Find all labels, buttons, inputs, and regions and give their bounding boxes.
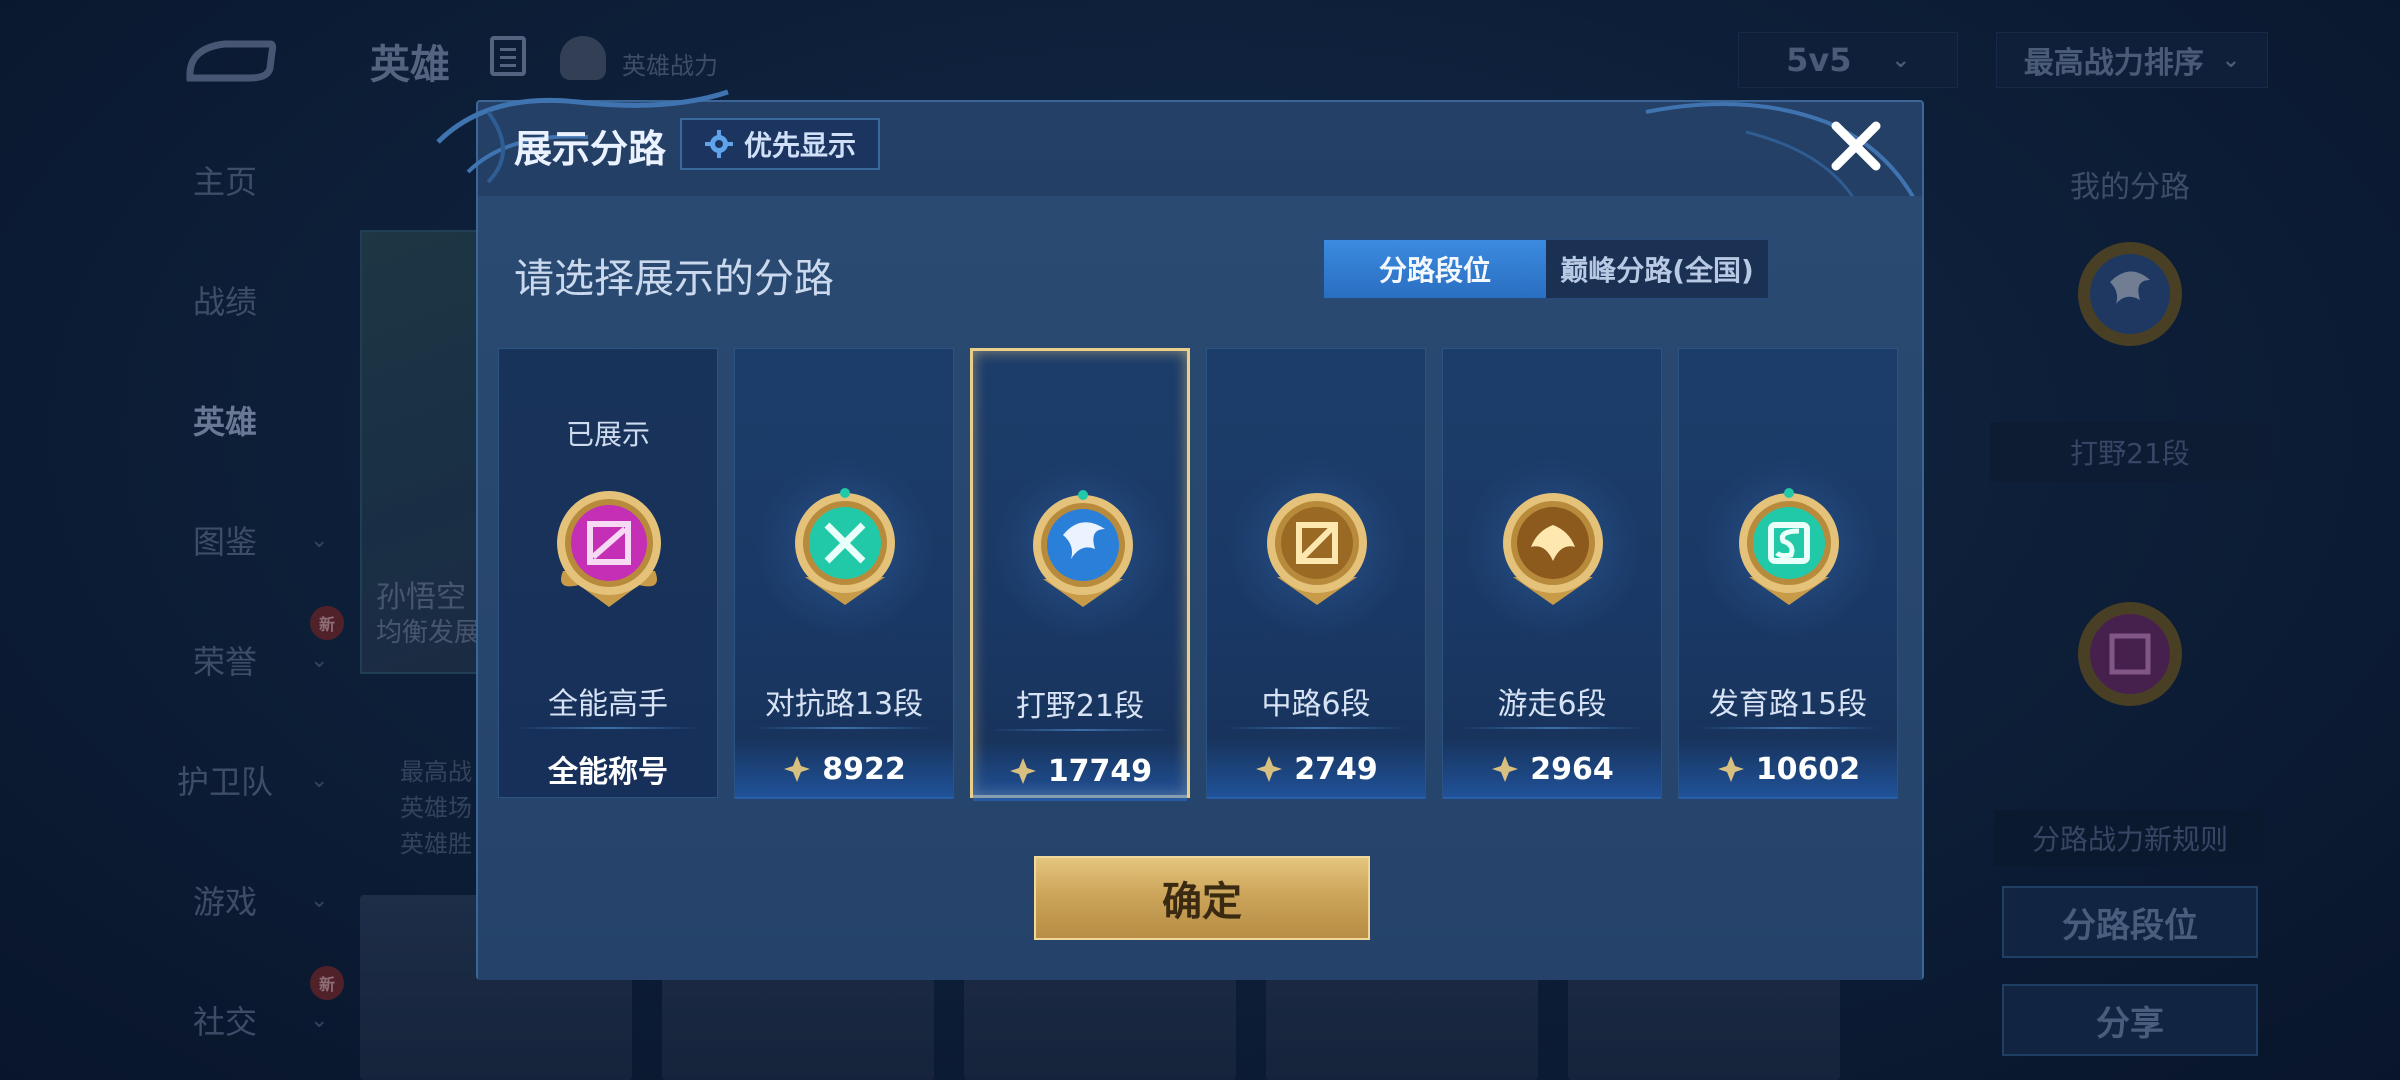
lane-card-farm[interactable]: 发育路15段 10602	[1678, 348, 1898, 799]
power-icon	[1009, 758, 1036, 784]
priority-display-label: 优先显示	[743, 129, 856, 162]
gear-icon	[704, 130, 733, 158]
lane-card-mid[interactable]: 中路6段 2749	[1206, 348, 1426, 799]
lane-power-value: 10602	[1755, 751, 1861, 787]
tab-lane-rank[interactable]: 分路段位	[1324, 240, 1546, 298]
lane-name: 发育路15段	[1708, 687, 1868, 722]
lane-power-value: 全能称号	[548, 755, 668, 790]
lane-card-jungle[interactable]: 打野21段 17749	[970, 348, 1190, 801]
lane-name: 对抗路13段	[764, 687, 924, 722]
jungle-emblem-icon	[1033, 490, 1133, 607]
dialog-body: 请选择展示的分路 分路段位 巅峰分路(全国) 已展示 全能高手 全能称号 对抗路…	[478, 196, 1922, 980]
lane-power-value: 17749	[1047, 753, 1153, 789]
lane-power-value: 8922	[822, 751, 906, 787]
dialog-title: 展示分路	[514, 127, 667, 171]
lane-power: 2749	[1207, 739, 1425, 799]
power-icon	[1717, 756, 1744, 782]
divider	[753, 727, 935, 729]
divider	[1697, 727, 1879, 729]
power-icon	[784, 756, 811, 782]
priority-display-button[interactable]: 优先显示	[680, 118, 880, 170]
clash-lane-emblem-icon	[795, 488, 895, 605]
lane-power: 17749	[973, 741, 1187, 801]
lane-display-dialog: 展示分路 优先显示 请选择展示的分路 分路段位 巅峰分路(全国) 已展示 全能高…	[436, 89, 1924, 980]
lane-card-roam[interactable]: 游走6段 2964	[1442, 348, 1662, 799]
lane-list: 已展示 全能高手 全能称号 对抗路13段 8922 打野21段 17749 中路…	[498, 348, 1902, 801]
divider	[1225, 727, 1407, 729]
shown-label: 已展示	[565, 418, 650, 451]
lane-power: 2964	[1443, 739, 1661, 799]
mid-lane-emblem-icon	[1267, 493, 1367, 605]
lane-power-value: 2749	[1294, 751, 1378, 787]
lane-name: 全能高手	[548, 687, 668, 722]
lane-card-clash[interactable]: 对抗路13段 8922	[734, 348, 954, 799]
lane-name: 打野21段	[1015, 689, 1145, 724]
tab-peak-lane[interactable]: 巅峰分路(全国)	[1546, 240, 1768, 298]
confirm-button[interactable]: 确定	[1034, 856, 1370, 940]
power-icon	[1492, 756, 1519, 782]
lane-name: 中路6段	[1261, 687, 1371, 722]
lane-tab-group: 分路段位 巅峰分路(全国)	[1322, 238, 1770, 300]
divider	[991, 729, 1169, 731]
lane-power: 10602	[1679, 739, 1897, 799]
divider	[1461, 727, 1643, 729]
lane-power: 8922	[735, 739, 953, 799]
allround-emblem-icon	[557, 491, 661, 607]
lane-card-allround[interactable]: 已展示 全能高手 全能称号	[498, 348, 718, 798]
lane-title-badge: 全能称号	[499, 739, 717, 799]
lane-power-value: 2964	[1530, 751, 1614, 787]
divider	[517, 727, 699, 729]
close-icon[interactable]	[1826, 116, 1886, 176]
farm-lane-emblem-icon	[1739, 488, 1839, 605]
lane-name: 游走6段	[1497, 687, 1607, 722]
select-lane-prompt: 请选择展示的分路	[514, 256, 834, 302]
power-icon	[1256, 756, 1283, 782]
roam-emblem-icon	[1503, 493, 1603, 605]
